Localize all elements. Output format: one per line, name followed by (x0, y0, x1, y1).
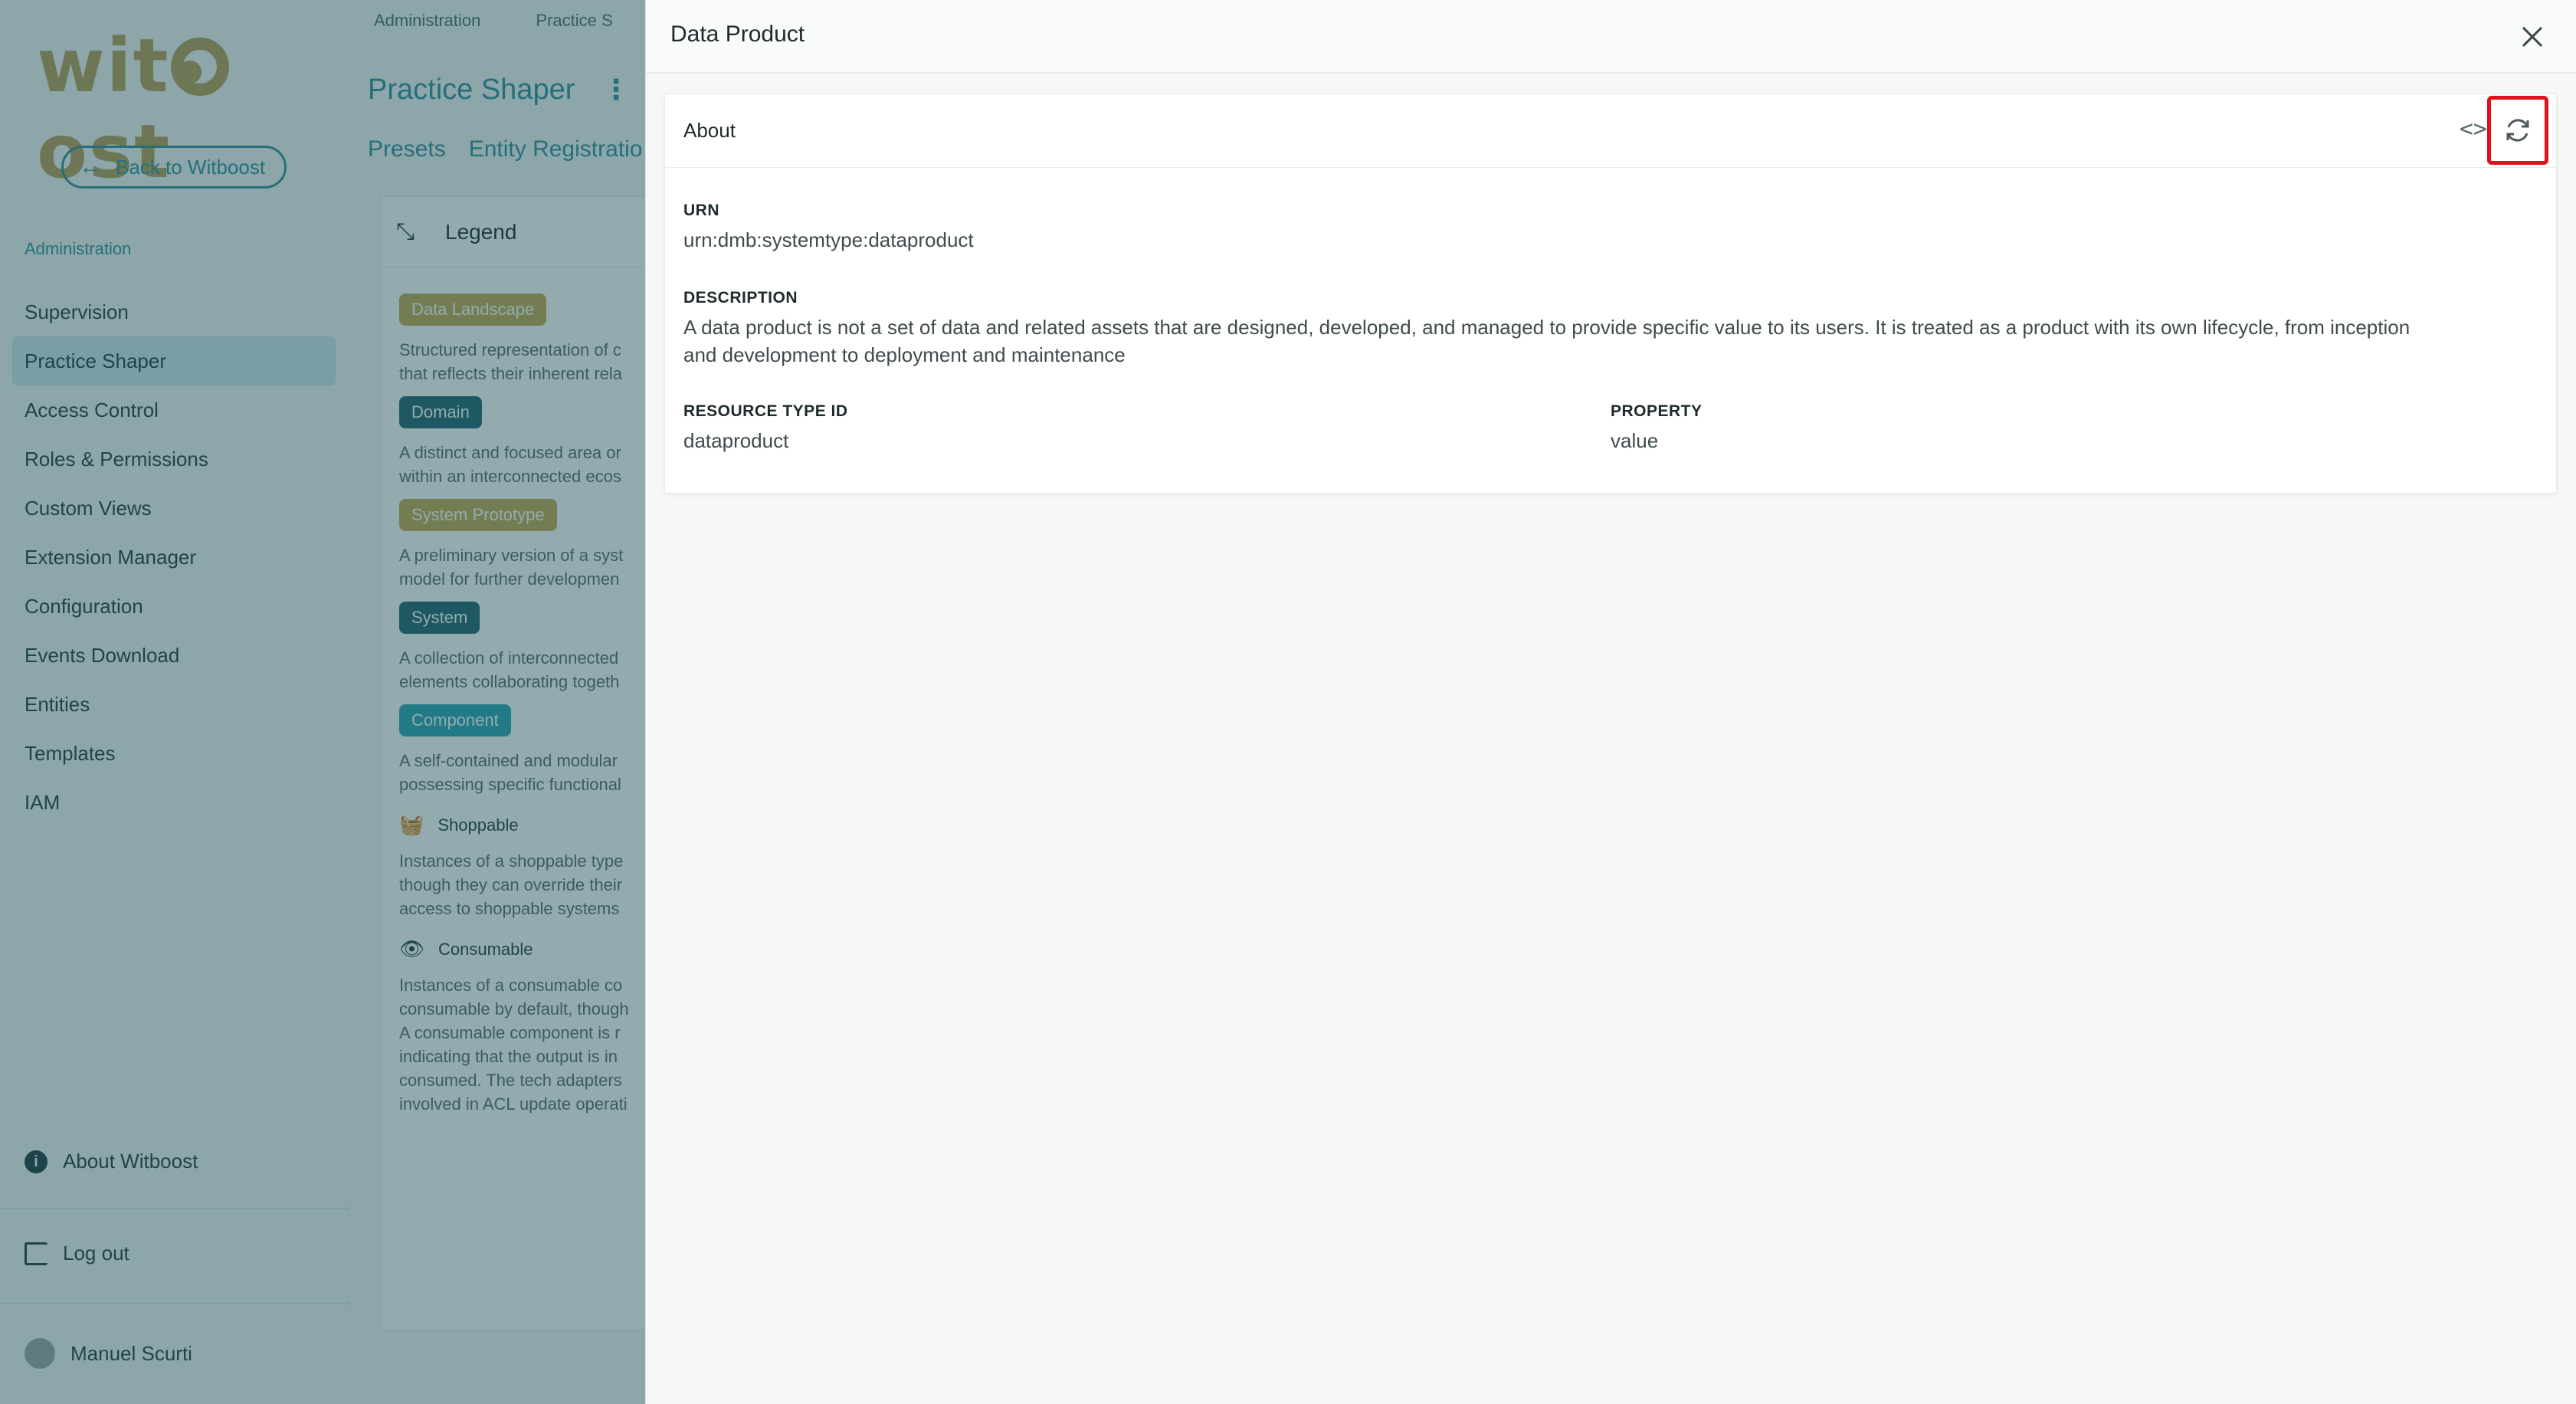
urn-value: urn:dmb:systemtype:dataproduct (683, 228, 974, 251)
about-card-header: About <> (665, 94, 2556, 168)
sync-icon (2506, 119, 2529, 142)
description-value: A data product is not a set of data and … (683, 316, 2410, 366)
resource-type-value: dataproduct (683, 429, 789, 452)
urn-label: URN (683, 202, 719, 219)
drawer-header: Data Product (646, 0, 2576, 74)
about-card: About <> URN urn:dmb:systemtype:dataprod… (664, 93, 2557, 494)
data-product-drawer: Data Product About <> URN urn:dmb:system… (645, 0, 2576, 1404)
sync-button[interactable] (2487, 96, 2548, 165)
close-icon[interactable] (2519, 23, 2546, 51)
property-label: PROPERTY (1611, 402, 1703, 420)
about-title: About (683, 119, 736, 142)
property-value: value (1611, 429, 1659, 452)
code-icon[interactable]: <> (2460, 116, 2487, 143)
modal-backdrop[interactable] (0, 0, 645, 1404)
drawer-title: Data Product (670, 21, 805, 47)
description-label: DESCRIPTION (683, 289, 798, 307)
resource-type-label: RESOURCE TYPE ID (683, 402, 848, 420)
